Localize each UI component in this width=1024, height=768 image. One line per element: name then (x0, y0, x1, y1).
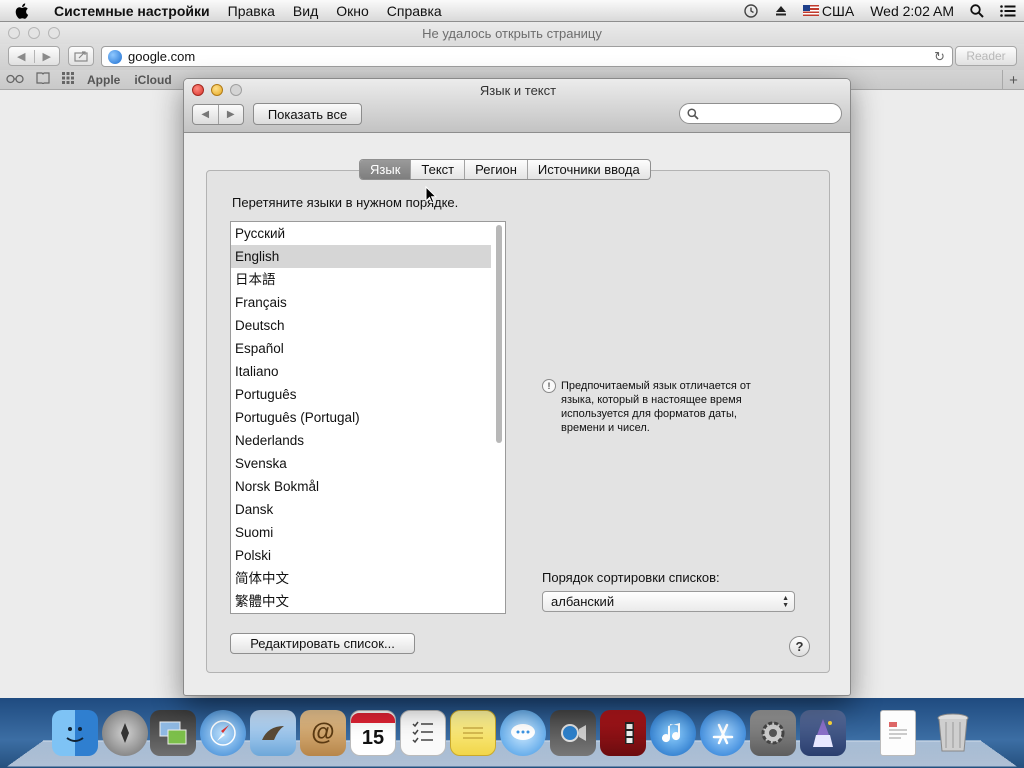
language-row[interactable]: Deutsch (231, 314, 491, 337)
language-row[interactable]: Русский (231, 222, 491, 245)
info-text: Предпочитаемый язык отличается от языка,… (561, 380, 751, 434)
browser-titlebar: Не удалось открыть страницу (0, 22, 1024, 44)
language-row[interactable]: Suomi (231, 521, 491, 544)
reminders-icon[interactable] (400, 710, 446, 756)
language-row[interactable]: Español (231, 337, 491, 360)
app-menu[interactable]: Системные настройки (44, 0, 219, 22)
preferences-window: Язык и текст ◀ ▶ Показать все Язык Текст… (183, 78, 851, 696)
globe-icon (108, 49, 122, 64)
language-row[interactable]: 日本語 (231, 268, 491, 291)
list-scrollbar[interactable] (496, 225, 502, 443)
input-source-menu[interactable]: США (795, 0, 862, 22)
finder-icon[interactable] (52, 710, 98, 756)
bookmark-apple[interactable]: Apple (80, 73, 127, 87)
facetime-icon[interactable] (550, 710, 596, 756)
contacts-icon[interactable]: @ (300, 710, 346, 756)
menu-edit[interactable]: Правка (219, 0, 284, 22)
language-row[interactable]: Dansk (231, 498, 491, 521)
browser-title: Не удалось открыть страницу (422, 26, 602, 41)
notes-icon[interactable] (450, 710, 496, 756)
back-forward-control[interactable]: ◀ ▶ (192, 104, 244, 125)
search-icon (687, 107, 699, 120)
forward-arrow-icon[interactable]: ▶ (33, 49, 60, 63)
search-field[interactable] (679, 103, 842, 124)
language-row[interactable]: Français (231, 291, 491, 314)
share-button[interactable] (68, 46, 94, 66)
preferences-toolbar: Язык и текст ◀ ▶ Показать все (184, 79, 850, 133)
language-row[interactable]: 繁體中文 (231, 590, 491, 613)
address-bar[interactable]: google.com ↻ (101, 46, 953, 67)
notification-center-icon[interactable] (992, 0, 1024, 22)
safari-icon[interactable] (200, 710, 246, 756)
language-row[interactable]: Italiano (231, 360, 491, 383)
trash-icon[interactable] (930, 710, 976, 756)
image-capture-icon[interactable] (150, 710, 196, 756)
reading-list-icon[interactable] (0, 73, 30, 87)
wizard-icon[interactable] (800, 710, 846, 756)
show-all-button[interactable]: Показать все (253, 103, 362, 125)
menu-help[interactable]: Справка (378, 0, 451, 22)
eject-icon[interactable] (767, 0, 795, 22)
tab-text[interactable]: Текст (410, 160, 464, 179)
window-title: Язык и текст (479, 83, 557, 98)
reader-button[interactable]: Reader (955, 46, 1017, 66)
language-row[interactable]: Polski (231, 544, 491, 567)
bookmark-icloud[interactable]: iCloud (127, 73, 178, 87)
tab-input-sources[interactable]: Источники ввода (526, 160, 650, 179)
calendar-icon[interactable]: 15 (350, 710, 396, 756)
mail-icon[interactable] (250, 710, 296, 756)
menubar-clock[interactable]: Wed 2:02 AM (862, 0, 962, 22)
tab-region[interactable]: Регион (464, 160, 527, 179)
language-list[interactable]: Русский English 日本語 Français Deutsch Esp… (230, 221, 506, 614)
warning-icon: ! (542, 379, 556, 393)
reload-icon[interactable]: ↻ (934, 49, 945, 65)
calendar-header (351, 713, 395, 723)
us-flag-icon (802, 5, 819, 16)
language-row[interactable]: Português (231, 383, 491, 406)
share-icon (74, 51, 88, 62)
updown-arrows-icon: ▲ ▼ (782, 594, 789, 609)
new-tab-button[interactable]: + (1002, 70, 1024, 90)
back-icon[interactable]: ◀ (193, 105, 218, 124)
tab-bar: Язык Текст Регион Источники ввода (359, 159, 651, 180)
calendar-day: 15 (361, 727, 385, 749)
sort-order-value: албанский (551, 594, 615, 609)
menu-bar: Системные настройки Правка Вид Окно Спра… (0, 0, 1024, 22)
top-sites-icon[interactable] (56, 72, 80, 87)
language-row[interactable]: Svenska (231, 452, 491, 475)
sort-order-select[interactable]: албанский ▲ ▼ (542, 591, 795, 612)
language-row[interactable]: Português (Portugal) (231, 406, 491, 429)
app-store-icon[interactable] (700, 710, 746, 756)
time-machine-icon[interactable] (735, 0, 767, 22)
launchpad-icon[interactable] (102, 710, 148, 756)
document-icon[interactable] (880, 710, 916, 756)
apple-menu-icon[interactable] (0, 2, 44, 19)
forward-icon[interactable]: ▶ (217, 105, 244, 124)
edit-list-button[interactable]: Редактировать список... (230, 633, 415, 654)
input-source-label: США (821, 2, 855, 19)
mouse-cursor-icon (425, 186, 437, 204)
messages-icon[interactable] (500, 710, 546, 756)
menu-window[interactable]: Окно (327, 0, 378, 22)
system-preferences-icon[interactable] (750, 710, 796, 756)
info-message: ! Предпочитаемый язык отличается от язык… (542, 379, 782, 435)
itunes-icon[interactable] (650, 710, 696, 756)
dock: @ 15 (40, 704, 990, 760)
help-button[interactable]: ? (789, 636, 810, 657)
bookmarks-icon[interactable] (30, 72, 56, 87)
back-arrow-icon[interactable]: ◀ (9, 50, 34, 63)
spotlight-icon[interactable] (962, 0, 992, 22)
browser-back-forward[interactable]: ◀ ▶ (8, 46, 60, 66)
browser-toolbar: ◀ ▶ google.com ↻ Reader (0, 44, 1024, 70)
tab-language[interactable]: Язык (360, 160, 411, 179)
url-text: google.com (128, 49, 196, 64)
photo-booth-icon[interactable] (600, 710, 646, 756)
sort-order-label: Порядок сортировки списков: (542, 570, 720, 585)
language-row[interactable]: Norsk Bokmål (231, 475, 491, 498)
language-row[interactable]: Nederlands (231, 429, 491, 452)
language-row[interactable]: 简体中文 (231, 567, 491, 590)
language-row[interactable]: English (231, 245, 491, 268)
menu-view[interactable]: Вид (284, 0, 327, 22)
